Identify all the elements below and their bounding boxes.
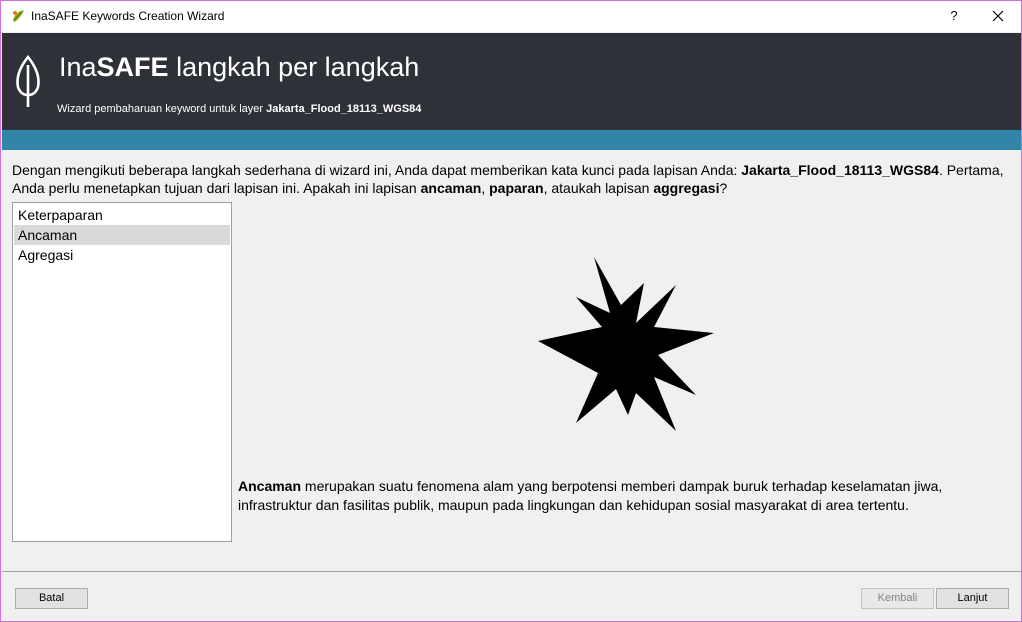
- list-item-keterpaparan[interactable]: Keterpaparan: [14, 205, 230, 225]
- wizard-window: InaSAFE Keywords Creation Wizard ? InaSA…: [0, 0, 1022, 622]
- title-suffix: langkah per langkah: [168, 52, 420, 82]
- list-item-ancaman[interactable]: Ancaman: [14, 225, 230, 245]
- header-banner: InaSAFE langkah per langkah Wizard pemba…: [2, 33, 1021, 130]
- hazard-starburst-icon: [538, 257, 714, 431]
- footer-divider: [2, 571, 1021, 572]
- category-description: Ancaman merupakan suatu fenomena alam ya…: [238, 477, 1008, 515]
- intro-part: ?: [719, 180, 728, 196]
- page-title: InaSAFE langkah per langkah: [59, 52, 419, 83]
- subtitle-layer-name: Jakarta_Flood_18113_WGS84: [266, 103, 422, 115]
- cancel-button[interactable]: Batal: [15, 588, 88, 609]
- subtitle-text: Wizard pembaharuan keyword untuk layer: [57, 103, 267, 115]
- qgis-icon: [13, 10, 24, 22]
- page-subtitle: Wizard pembaharuan keyword untuk layer J…: [57, 103, 421, 115]
- accent-bar: [2, 130, 1021, 150]
- close-icon: [992, 10, 1004, 22]
- list-item-agregasi[interactable]: Agregasi: [14, 245, 230, 265]
- category-list[interactable]: Keterpaparan Ancaman Agregasi: [12, 202, 232, 542]
- back-button[interactable]: Kembali: [861, 588, 934, 609]
- close-button[interactable]: [985, 5, 1011, 27]
- intro-bold-aggregation: aggregasi: [653, 180, 720, 196]
- next-button[interactable]: Lanjut: [936, 588, 1009, 609]
- title-bar[interactable]: InaSAFE Keywords Creation Wizard ?: [1, 1, 1021, 32]
- inasafe-leaf-icon: [16, 55, 40, 107]
- title-bold: SAFE: [96, 52, 169, 82]
- intro-part: ,: [481, 180, 490, 196]
- intro-part: Dengan mengikuti beberapa langkah sederh…: [12, 162, 742, 178]
- intro-bold-exposure: paparan: [489, 180, 544, 196]
- window-title: InaSAFE Keywords Creation Wizard: [31, 9, 225, 23]
- intro-text: Dengan mengikuti beberapa langkah sederh…: [12, 161, 1017, 197]
- intro-layer-name: Jakarta_Flood_18113_WGS84: [741, 162, 939, 178]
- description-term: Ancaman: [238, 478, 302, 494]
- title-prefix: Ina: [59, 52, 97, 82]
- intro-bold-hazard: ancaman: [420, 180, 482, 196]
- description-text: merupakan suatu fenomena alam yang berpo…: [238, 478, 943, 513]
- help-button[interactable]: ?: [941, 5, 967, 27]
- intro-part: , ataukah lapisan: [543, 180, 654, 196]
